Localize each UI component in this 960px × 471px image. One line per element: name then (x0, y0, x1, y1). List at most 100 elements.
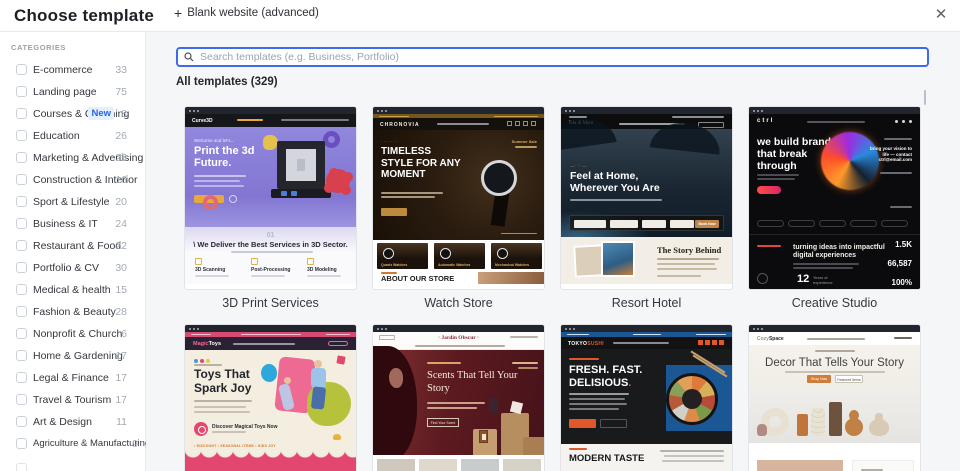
checkbox[interactable] (16, 130, 27, 141)
template-card-perfume-store[interactable]: · Jardin Obscur · Scents That Tell Your … (372, 324, 545, 471)
checkbox[interactable] (16, 394, 27, 405)
sidebar-item-courses-coaching[interactable]: Courses & Coaching New 8 (0, 103, 146, 125)
social-icon (712, 340, 717, 345)
social-icons (894, 337, 912, 339)
checkbox[interactable] (16, 174, 27, 185)
contact-note: bring your vision to life — contact ctrl… (869, 146, 912, 162)
preview-text-bar (241, 333, 301, 335)
checkbox[interactable] (16, 218, 27, 229)
checkbox[interactable] (16, 372, 27, 383)
feature-icon (307, 258, 314, 265)
feature-label: Post-Processing (251, 267, 291, 273)
template-card-sushi-restaurant[interactable]: TOKYOSUSHI FRESH. FAST. DELISIOUS. MODER… (560, 324, 733, 471)
sidebar-item-marketing-advertising[interactable]: Marketing & Advertising 25 (0, 147, 146, 169)
printer-button (281, 191, 287, 196)
purple-donut-shape (323, 131, 340, 148)
browser-bar (749, 107, 920, 114)
perfume-bottle (489, 398, 498, 413)
sidebar-item-construction-interior[interactable]: Construction & Interior 16 (0, 169, 146, 191)
about-heading: ABOUT OUR STORE (381, 274, 455, 283)
checkbox[interactable] (16, 284, 27, 295)
preview-text-bar (569, 408, 619, 410)
toy-duck-shape (333, 434, 341, 440)
product-card: Automatic Watches (434, 243, 485, 269)
sidebar-item-portfolio-cv[interactable]: Portfolio & CV 30 (0, 257, 146, 279)
sidebar-item-partial[interactable] (0, 458, 146, 471)
product-thumb (419, 459, 457, 471)
preview-text-bar (660, 450, 724, 452)
social-icon (902, 120, 905, 123)
template-card-3d-print-services[interactable]: Curve3D Welcome and let's... Print the 3… (184, 106, 357, 310)
years-label: Years of experience (813, 275, 833, 285)
child-figure (284, 377, 291, 384)
sidebar-item-medical-health[interactable]: Medical & health 15 (0, 279, 146, 301)
stat-value: 100% (891, 278, 912, 287)
sidebar-item-restaurant-food[interactable]: Restaurant & Food 22 (0, 235, 146, 257)
preview-hero: Scents That Tell Your Story Find Your Sc… (373, 346, 544, 461)
checkbox[interactable] (16, 328, 27, 339)
sidebar-item-business-it[interactable]: Business & IT 24 (0, 213, 146, 235)
preview-text-bar (880, 172, 912, 174)
category-count: 22 (115, 240, 127, 252)
feature-label: 3D Modeling (307, 267, 337, 273)
sidebar-item-agriculture-manufacturing[interactable]: Agriculture & Manufacturing 9 (0, 433, 150, 455)
categories-heading: CATEGORIES (11, 43, 67, 52)
scrollbar[interactable] (924, 90, 926, 105)
template-card-watch-store[interactable]: CHRONOVIA · · · · · · · TIMELESS STYLE F… (372, 106, 545, 310)
feature-item: 3D Modeling (307, 258, 353, 277)
close-icon[interactable]: ✕ (931, 5, 951, 25)
book-now-button: Book Now (695, 220, 719, 228)
checkbox[interactable] (16, 350, 27, 361)
checkbox[interactable] (16, 108, 27, 119)
sidebar-item-home-gardening[interactable]: Home & Gardening 17 (0, 345, 146, 367)
sale-text: Summer Sale (511, 139, 537, 144)
child-figure (311, 368, 326, 388)
checkbox[interactable] (16, 196, 27, 207)
booking-field (574, 220, 606, 228)
preview-header: CozySpace (749, 332, 920, 345)
category-label: Travel & Tourism (33, 394, 112, 406)
blank-website-button[interactable]: + Blank website (advanced) (174, 6, 319, 20)
social-icon (523, 121, 528, 126)
preview-hero: Decor That Tells Your Story Shop Now Fea… (749, 345, 920, 388)
template-card-resort-hotel[interactable]: Isla di Mare — · · · — Feel at Home, Whe… (560, 106, 733, 310)
category-label: Fashion & Beauty (33, 306, 116, 318)
preview-text-bar (251, 275, 285, 277)
sidebar-item-nonprofit-church[interactable]: Nonprofit & Church 6 (0, 323, 146, 345)
product-label: Mechanical Watches (495, 263, 530, 267)
checkbox[interactable] (16, 64, 27, 75)
checkbox[interactable] (16, 438, 27, 449)
social-icon (507, 121, 512, 126)
preview-text-bar (515, 146, 537, 148)
sidebar-item-sport-lifestyle[interactable]: Sport & Lifestyle 20 (0, 191, 146, 213)
checkbox[interactable] (16, 416, 27, 427)
sidebar-item-legal-finance[interactable]: Legal & Finance 17 (0, 367, 146, 389)
sidebar-item-landing-page[interactable]: Landing page 75 (0, 81, 146, 103)
checkbox[interactable] (16, 306, 27, 317)
template-card-decor-store[interactable]: CozySpace Decor That Tells Your Story Sh… (748, 324, 921, 471)
sidebar-item-art-design[interactable]: Art & Design 11 (0, 411, 146, 433)
checkbox[interactable] (16, 152, 27, 163)
sidebar-item-fashion-beauty[interactable]: Fashion & Beauty 28 (0, 301, 146, 323)
preview-nav-bar (281, 119, 349, 121)
sidebar-item-travel-tourism[interactable]: Travel & Tourism 17 (0, 389, 146, 411)
sidebar-item-education[interactable]: Education 26 (0, 125, 146, 147)
template-card-toy-store[interactable]: MagicToys Toys That Spark Joy Discover M… (184, 324, 357, 471)
perfume-bottle (479, 430, 488, 443)
browser-bar (185, 107, 356, 114)
preview-hero: — · · · — Feel at Home, Wherever You Are… (561, 114, 732, 237)
preview-hero: Welcome and let's... Print the 3d Future… (185, 127, 356, 227)
checkbox[interactable] (16, 240, 27, 251)
preview-kicker: Welcome and let's... (194, 138, 235, 143)
checkbox[interactable] (16, 463, 27, 471)
search-bar[interactable] (176, 47, 929, 67)
preview-section: 01 \ We Deliver the Best Services in 3D … (185, 227, 356, 284)
category-label: Restaurant & Food (33, 240, 122, 252)
checkbox[interactable] (16, 86, 27, 97)
search-input[interactable] (200, 49, 920, 65)
preview-products-row: Quartz Watches Automatic Watches Mechani… (373, 240, 544, 272)
sidebar-item-ecommerce[interactable]: E-commerce 33 (0, 59, 146, 81)
template-card-creative-studio[interactable]: ctrl we build brands that break through … (748, 106, 921, 310)
checkbox[interactable] (16, 262, 27, 273)
choose-template-dialog: Choose template + Blank website (advance… (0, 0, 960, 471)
